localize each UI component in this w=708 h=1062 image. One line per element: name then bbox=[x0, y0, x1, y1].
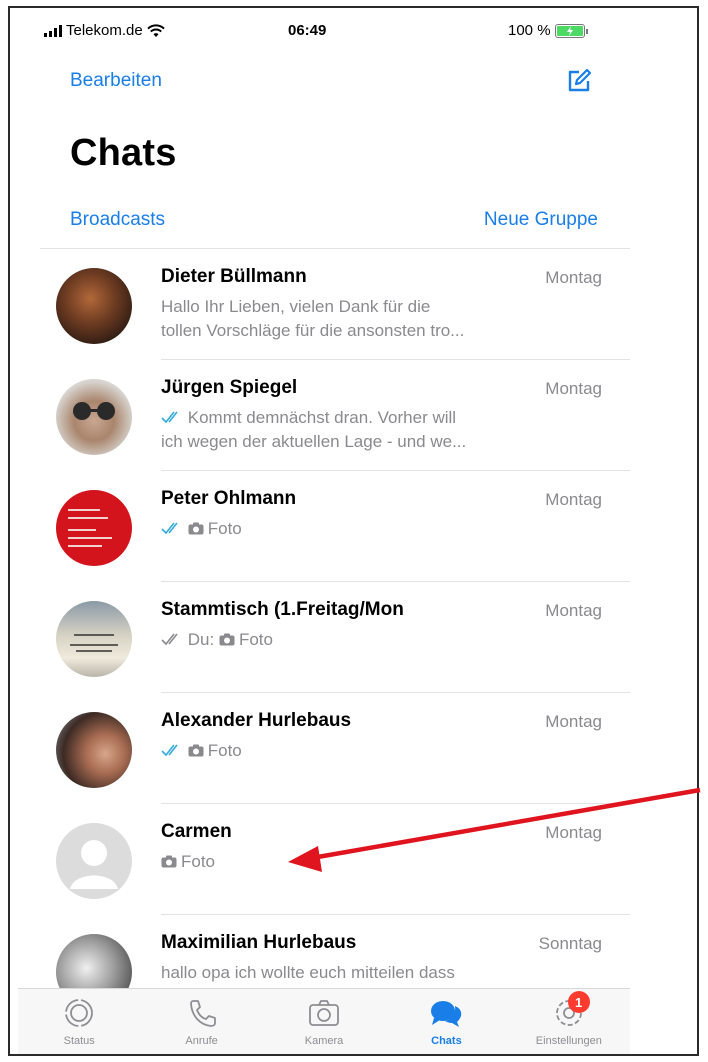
preview-line: Kommt demnächst dran. Vorher will bbox=[187, 408, 457, 427]
double-check-icon bbox=[161, 744, 178, 757]
edit-button[interactable]: Bearbeiten bbox=[70, 70, 162, 92]
chat-date: Montag bbox=[545, 490, 602, 509]
chats-icon bbox=[431, 1001, 462, 1027]
preview-line: Hallo Ihr Lieben, vielen Dank für die bbox=[161, 297, 431, 316]
carrier-info: Telekom.de bbox=[44, 22, 165, 39]
wifi-icon bbox=[147, 23, 165, 37]
chat-preview: Du: Foto bbox=[161, 628, 601, 652]
avatar bbox=[56, 268, 132, 344]
preview-text: Foto bbox=[181, 852, 216, 871]
chat-row[interactable]: Carmen Montag Foto bbox=[18, 804, 630, 915]
chat-date: Montag bbox=[545, 379, 602, 398]
avatar bbox=[56, 712, 132, 788]
battery-icon bbox=[554, 23, 588, 38]
camera-icon bbox=[309, 1000, 339, 1026]
battery-percent: 100 % bbox=[508, 22, 551, 39]
chat-preview: Foto bbox=[161, 739, 601, 763]
preview-text: Foto bbox=[238, 630, 273, 649]
preview-text: Foto bbox=[207, 741, 242, 760]
preview-line: tollen Vorschläge für die ansonsten tro.… bbox=[161, 321, 465, 340]
chat-name: Alexander Hurlebaus bbox=[161, 710, 352, 731]
chat-name: Carmen bbox=[161, 821, 232, 842]
camera-icon bbox=[188, 744, 204, 757]
double-check-icon bbox=[161, 633, 178, 646]
signal-icon bbox=[44, 24, 62, 37]
camera-icon bbox=[188, 522, 204, 535]
tab-label: Einstellungen bbox=[535, 1035, 602, 1047]
avatar bbox=[56, 601, 132, 677]
chat-preview: Foto bbox=[161, 850, 601, 874]
tab-bar: Status Anrufe Kamera Chats 1 Einstellung… bbox=[18, 988, 630, 1054]
tab-calls[interactable]: Anrufe bbox=[140, 989, 262, 1054]
avatar bbox=[56, 379, 132, 455]
tab-label: Chats bbox=[431, 1035, 462, 1047]
broadcasts-link[interactable]: Broadcasts bbox=[70, 209, 165, 231]
chat-name: Stammtisch (1.Freitag/Mon bbox=[161, 599, 404, 620]
double-check-icon bbox=[161, 522, 178, 535]
chat-name: Peter Ohlmann bbox=[161, 488, 297, 509]
tab-label: Status bbox=[63, 1035, 95, 1047]
default-avatar-icon bbox=[56, 823, 132, 899]
chat-name: Dieter Büllmann bbox=[161, 266, 307, 287]
tab-status[interactable]: Status bbox=[18, 989, 140, 1054]
tab-label: Anrufe bbox=[185, 1035, 218, 1047]
chat-date: Montag bbox=[545, 268, 602, 287]
status-icon bbox=[65, 999, 94, 1027]
compose-icon[interactable] bbox=[566, 68, 592, 94]
avatar bbox=[56, 490, 132, 566]
chat-date: Montag bbox=[545, 712, 602, 731]
phone-screen: Telekom.de 06:49 100 % Bearbeiten Chats … bbox=[18, 8, 630, 1054]
new-group-link[interactable]: Neue Gruppe bbox=[484, 209, 598, 231]
tab-settings[interactable]: 1 Einstellungen bbox=[508, 989, 630, 1054]
phone-icon bbox=[189, 1000, 216, 1027]
screenshot-frame: Telekom.de 06:49 100 % Bearbeiten Chats … bbox=[8, 6, 699, 1056]
chat-name: Jürgen Spiegel bbox=[161, 377, 298, 398]
camera-icon bbox=[219, 633, 235, 646]
chat-name: Maximilian Hurlebaus bbox=[161, 932, 357, 953]
chat-row[interactable]: Dieter Büllmann Montag Hallo Ihr Lieben,… bbox=[18, 249, 630, 360]
preview-line: hallo opa ich wollte euch mitteilen dass bbox=[161, 963, 455, 982]
chat-preview: Kommt demnächst dran. Vorher will ich we… bbox=[161, 406, 601, 454]
chat-preview: Hallo Ihr Lieben, vielen Dank für die to… bbox=[161, 295, 601, 343]
preview-text: Foto bbox=[207, 519, 242, 538]
chat-row[interactable]: Stammtisch (1.Freitag/Mon Montag Du: Fot… bbox=[18, 582, 630, 693]
chat-date: Montag bbox=[545, 823, 602, 842]
preview-sender: Du: bbox=[187, 630, 215, 649]
tab-camera[interactable]: Kamera bbox=[263, 989, 385, 1054]
tab-label: Kamera bbox=[304, 1035, 344, 1047]
chat-preview: Foto bbox=[161, 517, 601, 541]
chat-date: Montag bbox=[545, 601, 602, 620]
double-check-icon bbox=[161, 411, 178, 424]
notification-badge: 1 bbox=[567, 991, 590, 1013]
preview-line: ich wegen der aktuellen Lage - und we... bbox=[161, 432, 467, 451]
chat-preview: hallo opa ich wollte euch mitteilen dass bbox=[161, 961, 601, 985]
battery-indicator: 100 % bbox=[508, 22, 588, 39]
chat-list: Dieter Büllmann Montag Hallo Ihr Lieben,… bbox=[18, 249, 630, 1026]
page-title: Chats bbox=[70, 132, 177, 174]
chat-row[interactable]: Jürgen Spiegel Montag Kommt demnächst dr… bbox=[18, 360, 630, 471]
clock: 06:49 bbox=[288, 22, 327, 39]
tab-chats[interactable]: Chats bbox=[385, 989, 507, 1054]
chat-row[interactable]: Alexander Hurlebaus Montag Foto bbox=[18, 693, 630, 804]
camera-icon bbox=[161, 855, 177, 868]
chat-date: Sonntag bbox=[538, 934, 602, 953]
header-links: Broadcasts Neue Gruppe bbox=[70, 209, 598, 231]
carrier-name: Telekom.de bbox=[66, 22, 143, 39]
status-bar: Telekom.de 06:49 100 % bbox=[18, 8, 630, 58]
chat-row[interactable]: Peter Ohlmann Montag Foto bbox=[18, 471, 630, 582]
